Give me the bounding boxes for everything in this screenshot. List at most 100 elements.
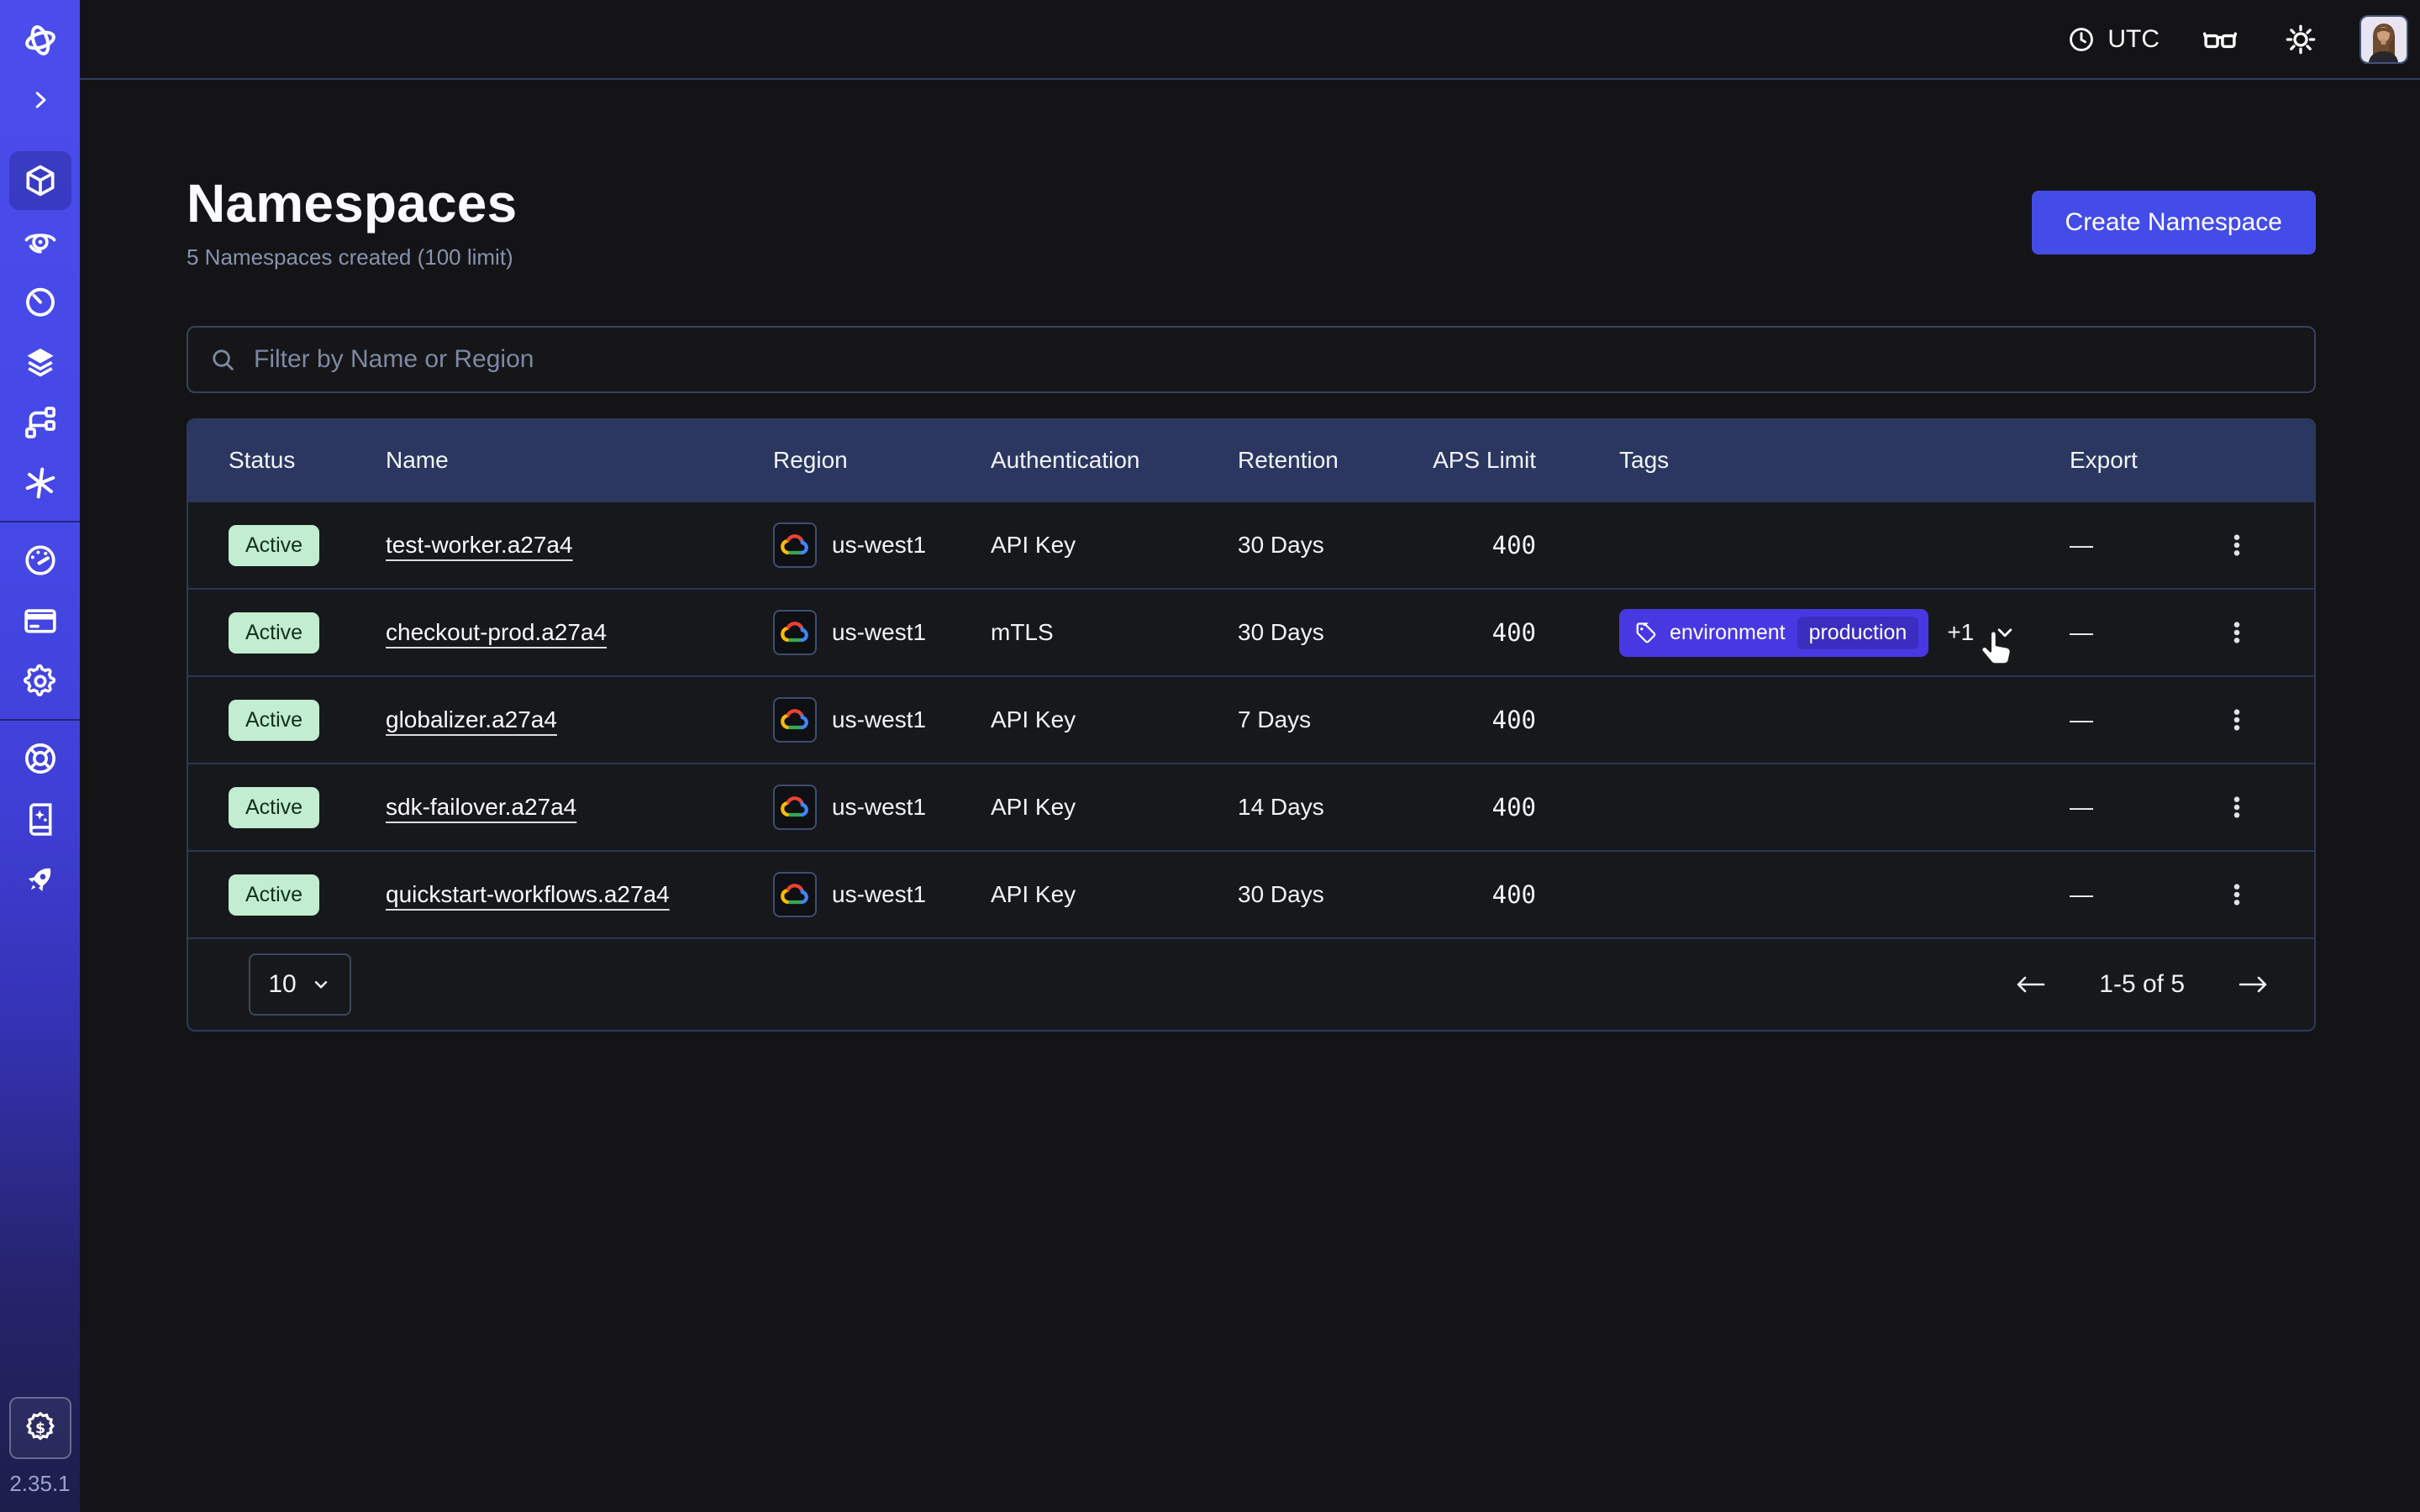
sidebar-divider	[0, 521, 80, 522]
status-badge: Active	[229, 787, 319, 828]
row-actions-menu-button[interactable]	[2196, 793, 2277, 822]
usage-gauge-icon	[22, 542, 59, 579]
retention-period: 14 Days	[1238, 794, 1431, 821]
sidebar-item-usage[interactable]	[0, 530, 80, 591]
aps-limit: 400	[1431, 793, 1619, 822]
getting-started-rocket-icon	[22, 861, 59, 898]
temporal-logo[interactable]	[21, 0, 60, 80]
aps-limit: 400	[1431, 618, 1619, 647]
timezone-selector[interactable]: UTC	[2067, 25, 2160, 54]
row-actions-menu-button[interactable]	[2196, 618, 2277, 647]
col-header-aps-limit: APS Limit	[1431, 447, 1619, 474]
row-actions-menu-button[interactable]	[2196, 706, 2277, 734]
region-label: us-west1	[832, 706, 926, 733]
row-actions-menu-button[interactable]	[2196, 531, 2277, 559]
arrow-left-icon	[2013, 971, 2049, 998]
retention-period: 30 Days	[1238, 619, 1431, 646]
table-row: Active globalizer.a27a4 us-west1 API Key…	[188, 675, 2314, 763]
status-badge: Active	[229, 700, 319, 741]
sidebar-item-schedules[interactable]	[0, 271, 80, 332]
col-header-authentication: Authentication	[991, 447, 1238, 474]
filter-input[interactable]	[254, 345, 2294, 374]
kebab-menu-icon	[2223, 880, 2251, 909]
next-page-button[interactable]	[2232, 968, 2274, 1001]
timezone-label: UTC	[2107, 25, 2160, 54]
sun-icon	[2284, 23, 2317, 56]
status-badge: Active	[229, 612, 319, 654]
sidebar-item-observability[interactable]	[0, 211, 80, 271]
namespace-link[interactable]: sdk-failover.a27a4	[386, 794, 576, 820]
settings-gear-icon	[22, 663, 59, 700]
kebab-menu-icon	[2223, 706, 2251, 734]
page-size-select[interactable]: 10	[249, 953, 351, 1016]
plan-badge-dollar-icon: $	[22, 1410, 59, 1446]
page-header: Namespaces 5 Namespaces created (100 lim…	[187, 172, 2316, 270]
export-status: —	[2070, 532, 2196, 559]
auth-method: API Key	[991, 532, 1238, 559]
auth-method: API Key	[991, 794, 1238, 821]
namespace-link[interactable]: test-worker.a27a4	[386, 532, 573, 558]
previous-page-button[interactable]	[2010, 968, 2052, 1001]
row-actions-menu-button[interactable]	[2196, 880, 2277, 909]
sidebar-item-layers[interactable]	[0, 332, 80, 392]
user-avatar[interactable]	[2360, 15, 2408, 64]
retention-period: 30 Days	[1238, 532, 1431, 559]
retention-period: 7 Days	[1238, 706, 1431, 733]
table-row: Active test-worker.a27a4 us-west1 API Ke…	[188, 501, 2314, 588]
status-badge: Active	[229, 874, 319, 916]
main-content: Namespaces 5 Namespaces created (100 lim…	[80, 81, 2420, 1512]
export-status: —	[2070, 881, 2196, 908]
sidebar-item-deployments[interactable]	[0, 392, 80, 453]
col-header-export: Export	[2070, 447, 2196, 474]
mouse-cursor	[1976, 628, 2017, 669]
table-row: Active sdk-failover.a27a4 us-west1 API K…	[188, 763, 2314, 850]
sidebar-item-support[interactable]	[0, 728, 80, 789]
region-label: us-west1	[832, 794, 926, 821]
table-footer: 10 1-5 of 5	[188, 937, 2314, 1030]
labs-toggle-button[interactable]	[2198, 18, 2242, 61]
sidebar-item-nexus[interactable]	[0, 453, 80, 513]
gcp-cloud-icon	[773, 610, 817, 655]
sidebar-item-docs[interactable]	[0, 789, 80, 849]
arrow-right-icon	[2235, 971, 2270, 998]
kebab-menu-icon	[2223, 618, 2251, 647]
observability-eye-icon	[22, 223, 59, 260]
page-subtitle: 5 Namespaces created (100 limit)	[187, 244, 517, 270]
svg-text:$: $	[34, 1420, 45, 1437]
sidebar-item-getting-started[interactable]	[0, 849, 80, 910]
support-lifebuoy-icon	[22, 740, 59, 777]
region-label: us-west1	[832, 619, 926, 646]
clock-icon	[2067, 25, 2096, 54]
auth-method: API Key	[991, 706, 1238, 733]
page-title: Namespaces	[187, 172, 517, 234]
page-size-value: 10	[268, 970, 296, 999]
region-label: us-west1	[832, 532, 926, 559]
plan-credits-button[interactable]: $	[9, 1397, 71, 1459]
col-header-name: Name	[386, 447, 773, 474]
table-header-row: Status Name Region Authentication Retent…	[188, 420, 2314, 501]
tag-pill[interactable]: environment production	[1619, 609, 1928, 657]
namespaces-table: Status Name Region Authentication Retent…	[187, 418, 2316, 1032]
export-status: —	[2070, 706, 2196, 733]
sidebar: $ 2.35.1	[0, 0, 80, 1512]
aps-limit: 400	[1431, 706, 1619, 734]
namespace-link[interactable]: checkout-prod.a27a4	[386, 619, 607, 645]
sidebar-item-billing[interactable]	[0, 591, 80, 651]
table-row: Active quickstart-workflows.a27a4 us-wes…	[188, 850, 2314, 937]
docs-book-icon	[22, 801, 59, 837]
col-header-status: Status	[229, 447, 386, 474]
glasses-icon	[2202, 21, 2238, 58]
deployments-pipeline-icon	[22, 404, 59, 441]
namespace-link[interactable]: quickstart-workflows.a27a4	[386, 881, 670, 907]
tag-value: production	[1797, 617, 1919, 649]
sidebar-item-namespaces[interactable]	[0, 150, 80, 211]
theme-toggle-button[interactable]	[2281, 19, 2321, 60]
auth-method: API Key	[991, 881, 1238, 908]
create-namespace-button[interactable]: Create Namespace	[2032, 191, 2316, 255]
namespace-link[interactable]: globalizer.a27a4	[386, 706, 557, 732]
schedules-timer-icon	[22, 283, 59, 320]
sidebar-item-settings[interactable]	[0, 651, 80, 711]
gcp-cloud-icon	[773, 785, 817, 830]
sidebar-expand-chevron-icon[interactable]	[0, 80, 80, 120]
nexus-asterisk-icon	[22, 465, 59, 501]
